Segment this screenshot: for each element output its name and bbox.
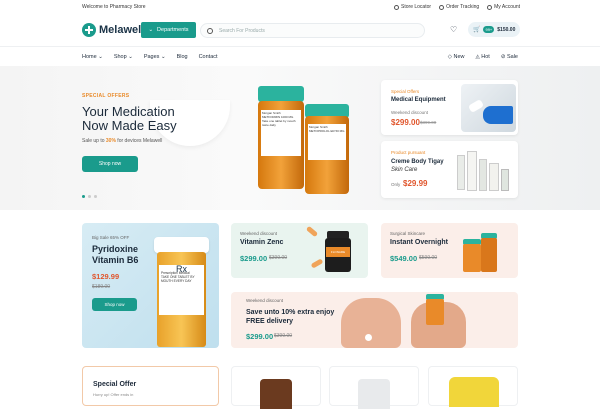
nav-new[interactable]: ◇ New <box>448 54 465 60</box>
cart-count-badge: 99+ <box>483 26 495 33</box>
nav-hot[interactable]: ◬ Hot <box>476 54 490 60</box>
tile-kicker: Surgical Skincare <box>390 231 426 236</box>
special-offer-title: Special Offer <box>93 381 137 388</box>
tile-title: Pyridoxine Vitamin B6 <box>92 244 139 265</box>
top-bar: Welcome to Pharmacy Store Store Locator … <box>0 0 600 14</box>
hero-shop-now-button[interactable]: Shop now <box>82 156 138 172</box>
store-locator-link[interactable]: Store Locator <box>394 4 431 10</box>
tile-title: Save unto 10% extra enjoy FREE delivery <box>246 309 335 325</box>
cart-total: $150.00 <box>497 26 516 33</box>
departments-label: Departments <box>157 27 189 33</box>
card-price: $29.99 <box>403 179 428 188</box>
card-price: $299.00 <box>391 118 420 127</box>
orange-bottles-image <box>461 233 501 275</box>
location-icon <box>394 4 400 10</box>
instant-overnight-tile[interactable]: Surgical Skincare Instant Overnight $549… <box>381 223 518 278</box>
store-locator-label: Store Locator <box>401 4 432 10</box>
cart-button[interactable]: 🛒 99+ $150.00 <box>468 22 520 37</box>
welcome-text: Welcome to Pharmacy Store <box>82 4 146 10</box>
tile-price: $299.00 <box>240 254 268 263</box>
supplement-jar-image: FLONARE <box>325 231 351 272</box>
tile-price: $549.00 <box>390 254 418 263</box>
wishlist-heart-icon[interactable]: ♡ <box>450 25 457 34</box>
hero-title: Your Medication Now Made Easy <box>82 104 177 133</box>
special-offer-card[interactable]: Special Offer Hurry up! Offer ends in <box>82 366 219 406</box>
product-image <box>449 377 499 407</box>
card-title: Medical Equipment <box>391 97 446 103</box>
user-icon <box>487 4 493 10</box>
hero-kicker: SPECIAL OFFERS <box>82 93 130 99</box>
card-title: Creme Body Tigay <box>391 159 444 165</box>
search-icon <box>207 27 213 34</box>
account-link[interactable]: My Account <box>487 4 520 10</box>
creme-body-card[interactable]: Product pursuant Creme Body Tigay Skin C… <box>381 141 518 198</box>
flame-icon: ◬ <box>475 54 480 60</box>
card-subtitle: Skin Care <box>391 167 418 173</box>
free-delivery-tile[interactable]: Weekend discount Save unto 10% extra enj… <box>231 292 518 348</box>
nav-contact[interactable]: Contact <box>199 54 218 60</box>
search-placeholder: Search For Products <box>219 27 265 34</box>
card-kicker: Product pursuant <box>391 150 426 155</box>
medical-equipment-card[interactable]: Special Offers Medical Equipment Weekend… <box>381 80 518 135</box>
card-only: Only <box>391 182 401 187</box>
product-card[interactable] <box>231 366 321 409</box>
tile-old-price: $599.00 <box>419 255 438 261</box>
nav-shop[interactable]: Shop ⌄ <box>114 54 133 60</box>
nav-pages[interactable]: Pages ⌄ <box>144 54 166 60</box>
special-offer-subtitle: Hurry up! Offer ends in <box>93 392 134 397</box>
tile-price: $299.00 <box>246 332 274 341</box>
product-image <box>260 379 292 409</box>
nav-blog[interactable]: Blog <box>177 54 188 60</box>
cart-icon: 🛒 <box>473 27 481 33</box>
logo-cross-icon <box>82 23 96 37</box>
tile-kicker: Weekend discount <box>240 231 277 236</box>
nav-home[interactable]: Home ⌄ <box>82 54 103 60</box>
carousel-dots[interactable] <box>82 195 97 198</box>
card-weekend: Weekend discount <box>391 110 428 115</box>
tile-price: $129.99 <box>92 272 120 281</box>
chevron-down-icon: ⌄ <box>148 27 154 33</box>
product-card[interactable] <box>329 366 419 409</box>
hands-pills-image <box>341 294 511 348</box>
tile-old-price: $399.00 <box>274 333 293 339</box>
vitamin-b6-tile[interactable]: Big Sale 65% OFF Pyridoxine Vitamin B6 $… <box>82 223 219 348</box>
order-tracking-label: Order Tracking <box>446 4 480 10</box>
logo[interactable]: Melawell <box>82 23 144 37</box>
main-nav: Home ⌄ Shop ⌄ Pages ⌄ Blog Contact ◇ New… <box>0 46 600 66</box>
nav-sale[interactable]: ⊘ Sale <box>501 54 518 60</box>
tracking-icon <box>439 4 445 10</box>
tile-old-price: $399.00 <box>269 255 288 261</box>
tile-kicker: Weekend discount <box>246 298 283 303</box>
header: Melawell ⌄ Departments Search For Product… <box>0 14 600 46</box>
order-tracking-link[interactable]: Order Tracking <box>439 4 479 10</box>
top-links: Store Locator Order Tracking My Account <box>394 4 520 10</box>
percent-icon: ⊘ <box>500 54 506 60</box>
vitamin-zinc-tile[interactable]: Weekend discount Vitamin Zenc $299.00 $3… <box>231 223 368 278</box>
hero-subtitle: Sale up to 30% for devices Melawell <box>82 138 163 144</box>
account-label: My Account <box>494 4 520 10</box>
product-image <box>358 379 390 409</box>
card-old-price: $399.00 <box>420 120 437 125</box>
brand-name: Melawell <box>99 24 145 36</box>
skin-care-products-image <box>445 145 517 195</box>
card-kicker: Special Offers <box>391 89 420 94</box>
search-input[interactable]: Search For Products <box>200 23 425 38</box>
tile-title: Instant Overnight <box>390 239 448 246</box>
scanner-image <box>461 84 516 132</box>
tile-kicker: Big Sale 65% OFF <box>92 235 130 240</box>
tile-title: Vitamin Zenc <box>240 239 284 246</box>
departments-button[interactable]: ⌄ Departments <box>141 22 196 38</box>
tile-shop-now-button[interactable]: Shop now <box>92 298 137 311</box>
product-card[interactable] <box>428 366 518 407</box>
tag-icon: ◇ <box>447 54 452 60</box>
tile-old-price: $189.00 <box>92 284 111 290</box>
